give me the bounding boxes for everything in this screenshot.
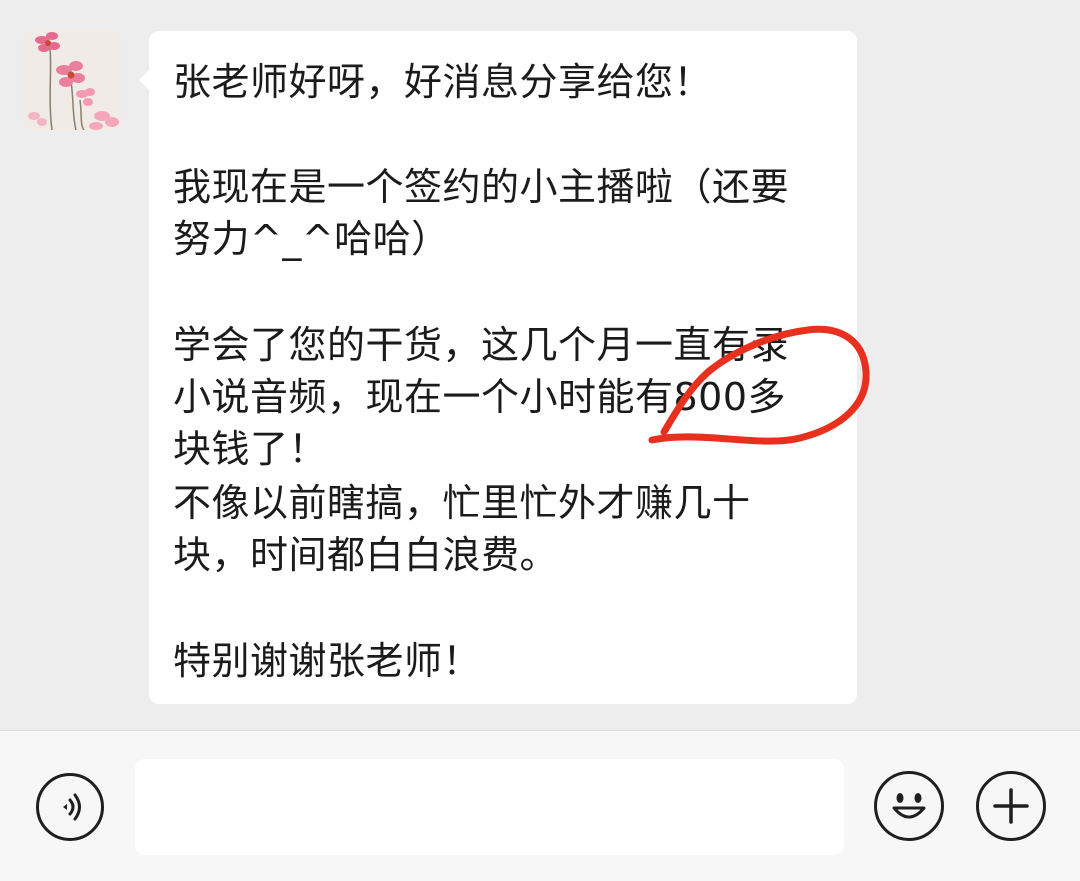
message-line: 张老师好呀，好消息分享给您！: [173, 60, 713, 104]
message-line: 块钱了！: [173, 427, 328, 471]
voice-button[interactable]: [36, 773, 104, 841]
message-bubble[interactable]: 张老师好呀，好消息分享给您！ 我现在是一个签约的小主播啦（还要 努力^_^哈哈）…: [139, 31, 857, 704]
message-line: 不像以前瞎搞，忙里忙外才赚几十: [173, 481, 751, 525]
message-line: 学会了您的干货，这几个月一直有录: [173, 323, 790, 367]
smiley-face-icon: [892, 793, 926, 819]
message-line: 努力^_^哈哈）: [173, 217, 450, 261]
chat-area: 张老师好呀，好消息分享给您！ 我现在是一个签约的小主播啦（还要 努力^_^哈哈）…: [0, 0, 1080, 730]
message-line: 特别谢谢张老师！: [173, 639, 482, 683]
contact-avatar[interactable]: [22, 30, 122, 130]
message-input[interactable]: [135, 759, 844, 855]
emoji-button[interactable]: [874, 771, 944, 841]
input-bar: [0, 730, 1080, 881]
flower-avatar-image: [22, 30, 122, 130]
message-line: 我现在是一个签约的小主播啦（还要: [173, 165, 790, 209]
more-options-button[interactable]: [976, 771, 1046, 841]
bubble-tail: [139, 69, 150, 91]
message-line: 小说音频，现在一个小时能有800多: [173, 375, 787, 419]
plus-icon: [993, 788, 1029, 824]
voice-icon: [63, 793, 81, 821]
message-line: 块，时间都白白浪费。: [173, 533, 559, 577]
